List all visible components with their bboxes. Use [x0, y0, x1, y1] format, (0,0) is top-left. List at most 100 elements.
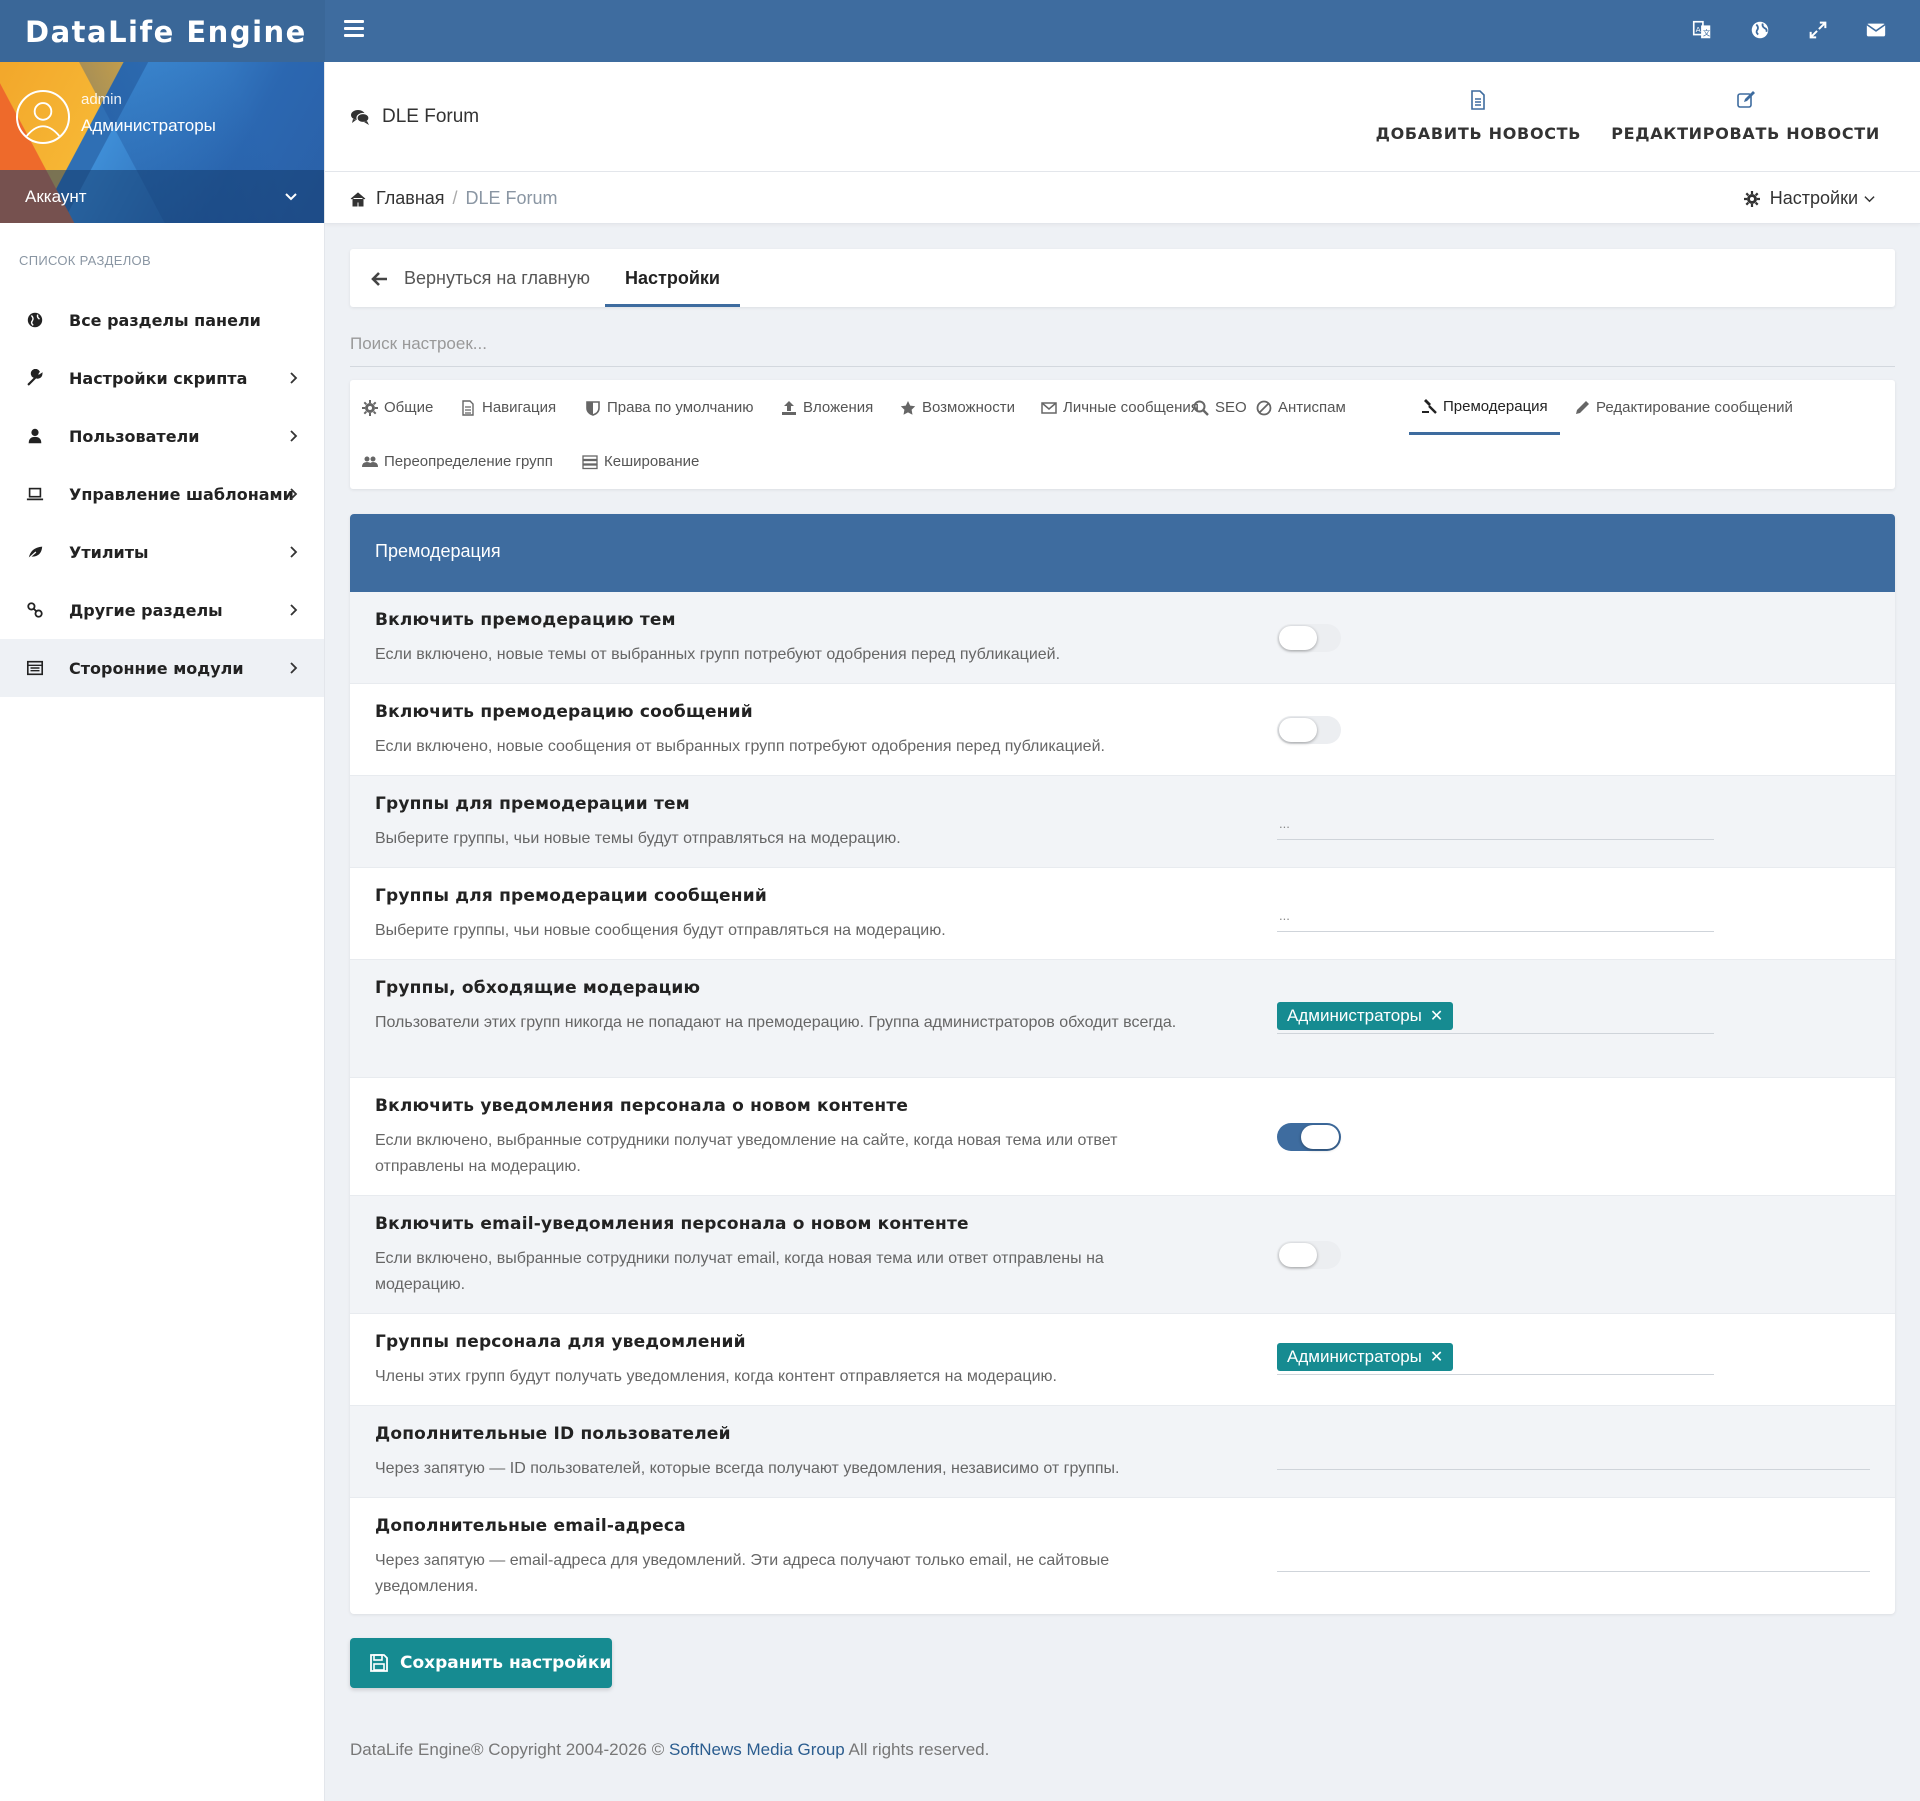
setting-title: Включить премодерацию тем: [375, 610, 676, 630]
laptop-icon: [25, 484, 45, 504]
settings-dropdown[interactable]: Настройки: [1743, 188, 1875, 209]
globe-icon[interactable]: [1746, 16, 1774, 44]
subtab-general[interactable]: Общие: [350, 380, 445, 435]
extra-emails-input[interactable]: [1277, 1538, 1870, 1572]
subtab-label: Антиспам: [1278, 399, 1346, 416]
sidebar-item-label: Все разделы панели: [69, 310, 261, 330]
premoderate-posts-toggle[interactable]: [1277, 716, 1341, 744]
sidebar: admin Администраторы Аккаунт СПИСОК РАЗД…: [0, 62, 325, 1801]
arrow-left-icon: [371, 271, 387, 286]
page-title-text: DLE Forum: [382, 106, 480, 127]
setting-description: Члены этих групп будут получать уведомле…: [375, 1368, 1057, 1385]
save-settings-label: Сохранить настройки: [400, 1653, 612, 1673]
setting-title: Включить премодерацию сообщений: [375, 702, 753, 722]
mail-icon[interactable]: [1862, 16, 1890, 44]
setting-description: Через запятую — ID пользователей, которы…: [375, 1460, 1120, 1477]
sidebar-title: СПИСОК РАЗДЕЛОВ: [19, 253, 151, 268]
sidebar-item-script-settings[interactable]: Настройки скрипта: [0, 349, 324, 407]
add-news-label: ДОБАВИТЬ НОВОСТЬ: [1375, 124, 1582, 143]
remove-tag-icon[interactable]: ✕: [1430, 1347, 1443, 1367]
subtab-navigation[interactable]: Навигация: [448, 380, 568, 435]
search-icon: [1193, 400, 1209, 416]
setting-description: Пользователи этих групп никогда не попад…: [375, 1014, 1177, 1031]
edit-icon: [1736, 91, 1755, 108]
chevron-down-icon: [1864, 196, 1875, 203]
svg-text:文: 文: [1703, 29, 1711, 38]
staff-notify-toggle[interactable]: [1277, 1123, 1341, 1151]
subtab-premoderation[interactable]: Премодерация: [1409, 380, 1560, 435]
setting-title: Группы, обходящие модерацию: [375, 978, 701, 998]
subtab-label: Возможности: [922, 399, 1015, 416]
topic-premod-groups-select[interactable]: ...: [1277, 808, 1714, 840]
translate-icon[interactable]: A文: [1688, 16, 1716, 44]
sidebar-item-all-sections[interactable]: Все разделы панели: [0, 291, 324, 349]
save-settings-button[interactable]: Сохранить настройки: [350, 1638, 612, 1688]
edit-news-button[interactable]: РЕДАКТИРОВАТЬ НОВОСТИ: [1611, 90, 1880, 143]
tab-settings[interactable]: Настройки: [605, 249, 740, 307]
leaf-icon: [25, 542, 45, 562]
tabs-card: Вернуться на главную Настройки: [350, 249, 1895, 307]
server-icon: [582, 454, 598, 469]
setting-row: Включить премодерацию сообщений Если вкл…: [350, 684, 1895, 776]
floppy-disk-icon: [370, 1654, 388, 1672]
extra-user-ids-input[interactable]: [1277, 1436, 1870, 1470]
subtab-caching[interactable]: Кеширование: [570, 434, 711, 489]
top-navbar: DataLife Engine A文: [0, 0, 1920, 62]
group-tag-label: Администраторы: [1287, 1347, 1422, 1366]
sidebar-item-users[interactable]: Пользователи: [0, 407, 324, 465]
link-icon: [25, 600, 45, 620]
bypass-groups-select[interactable]: Администраторы ✕: [1277, 1002, 1714, 1034]
subtab-default-rights[interactable]: Права по умолчанию: [573, 380, 766, 435]
subtab-label: Вложения: [803, 399, 874, 416]
footer-company-link[interactable]: SoftNews Media Group: [669, 1740, 845, 1759]
shield-icon: [586, 400, 600, 416]
setting-title: Группы для премодерации сообщений: [375, 886, 767, 906]
subtab-message-editing[interactable]: Редактирование сообщений: [1562, 380, 1805, 435]
sidebar-item-label: Сторонние модули: [69, 658, 244, 678]
breadcrumb-separator: /: [452, 188, 458, 208]
staff-groups-select[interactable]: Администраторы ✕: [1277, 1343, 1714, 1375]
brand-logo[interactable]: DataLife Engine: [0, 0, 325, 62]
back-to-main-tab[interactable]: Вернуться на главную: [370, 268, 590, 289]
menu-toggle-icon[interactable]: [344, 20, 364, 40]
premoderate-topics-toggle[interactable]: [1277, 624, 1341, 652]
fullscreen-icon[interactable]: [1804, 16, 1832, 44]
sidebar-item-label: Другие разделы: [69, 600, 223, 620]
subtab-antispam[interactable]: Антиспам: [1244, 380, 1358, 435]
setting-description: Если включено, выбранные сотрудники полу…: [375, 1132, 1118, 1175]
setting-row: Дополнительные email-адреса Через запяту…: [350, 1498, 1895, 1614]
staff-email-notify-toggle[interactable]: [1277, 1241, 1341, 1269]
chevron-right-icon: [290, 604, 298, 616]
sidebar-item-third-party-modules[interactable]: Сторонние модули: [0, 639, 324, 697]
envelope-icon: [1041, 401, 1057, 414]
setting-row: Включить уведомления персонала о новом к…: [350, 1078, 1895, 1196]
footer: DataLife Engine® Copyright 2004-2026 © S…: [350, 1740, 989, 1760]
sidebar-item-templates[interactable]: Управление шаблонами: [0, 465, 324, 523]
chevron-right-icon: [290, 662, 298, 674]
account-menu[interactable]: Аккаунт: [0, 170, 324, 223]
post-premod-groups-select[interactable]: ...: [1277, 900, 1714, 932]
group-tag-label: Администраторы: [1287, 1006, 1422, 1025]
gear-icon: [1743, 190, 1760, 207]
breadcrumb-home-link[interactable]: Главная: [376, 188, 445, 209]
setting-row: Включить email-уведомления персонала о н…: [350, 1196, 1895, 1314]
subtab-label: Премодерация: [1443, 397, 1548, 415]
upload-icon: [782, 400, 796, 415]
subtab-label: Общие: [384, 399, 434, 416]
remove-tag-icon[interactable]: ✕: [1430, 1006, 1443, 1026]
premoderation-panel: Премодерация Включить премодерацию тем Е…: [350, 514, 1895, 1614]
setting-title: Группы персонала для уведомлений: [375, 1332, 746, 1352]
settings-search-input[interactable]: [350, 330, 1895, 367]
avatar[interactable]: [16, 90, 70, 144]
sidebar-item-other-sections[interactable]: Другие разделы: [0, 581, 324, 639]
sidebar-item-utilities[interactable]: Утилиты: [0, 523, 324, 581]
profile-username: admin: [81, 91, 122, 108]
breadcrumb-bar: Главная / DLE Forum Настройки: [325, 172, 1920, 224]
select-placeholder: ...: [1279, 816, 1290, 831]
setting-description: Если включено, новые сообщения от выбран…: [375, 738, 1105, 755]
profile-group: Администраторы: [81, 116, 216, 135]
add-news-button[interactable]: ДОБАВИТЬ НОВОСТЬ: [1376, 90, 1582, 143]
subtab-group-overrides[interactable]: Переопределение групп: [350, 434, 565, 489]
subtab-attachments[interactable]: Вложения: [769, 380, 885, 435]
subtab-features[interactable]: Возможности: [888, 380, 1027, 435]
